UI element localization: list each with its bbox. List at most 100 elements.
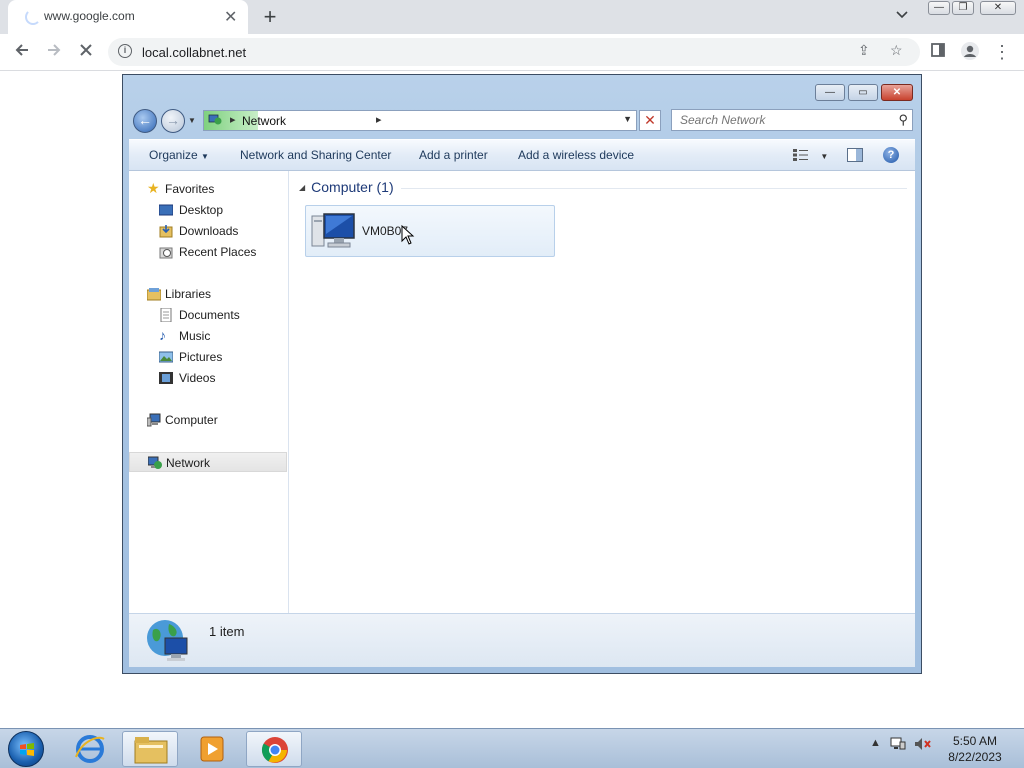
media-player-icon: [200, 736, 224, 762]
breadcrumb-arrow-icon[interactable]: ▸: [376, 113, 382, 126]
pictures-icon: [159, 351, 173, 363]
nav-pictures-label: Pictures: [179, 350, 223, 364]
bookmark-star-icon[interactable]: ☆: [890, 42, 903, 59]
back-arrow-icon[interactable]: [10, 41, 34, 63]
volume-muted-icon[interactable]: [914, 737, 932, 754]
address-bar[interactable]: i local.collabnet.net ⇪ ☆: [108, 38, 920, 66]
view-options-icon: [793, 149, 808, 161]
host-close-button[interactable]: ✕: [980, 1, 1016, 15]
taskbar-media-player[interactable]: [184, 731, 240, 767]
nav-pictures[interactable]: Pictures: [129, 347, 287, 367]
taskbar-internet-explorer[interactable]: [62, 731, 118, 767]
site-info-icon[interactable]: i: [118, 44, 132, 58]
search-field[interactable]: ⚲: [671, 109, 913, 131]
nav-computer[interactable]: Computer: [129, 410, 287, 430]
organize-button[interactable]: Organize ▼: [149, 148, 209, 162]
network-icon: [148, 456, 162, 469]
search-icon[interactable]: ⚲: [898, 112, 908, 128]
preview-pane-icon[interactable]: [847, 148, 863, 162]
network-tray-icon[interactable]: [890, 737, 906, 754]
forward-button[interactable]: →: [161, 109, 185, 133]
address-dropdown-icon[interactable]: ▼: [623, 114, 632, 124]
windows-logo-icon: [20, 743, 34, 756]
start-button[interactable]: [8, 731, 44, 767]
search-input[interactable]: [672, 110, 882, 130]
videos-icon: [159, 372, 173, 384]
add-printer-button[interactable]: Add a printer: [419, 148, 488, 162]
taskbar-windows-explorer[interactable]: [122, 731, 178, 767]
help-icon[interactable]: ?: [883, 147, 899, 163]
documents-icon: [160, 308, 172, 322]
nav-libraries[interactable]: Libraries: [129, 284, 287, 304]
libraries-icon: [147, 288, 161, 301]
new-tab-button[interactable]: +: [259, 4, 281, 30]
group-header-label: Computer (1): [311, 179, 394, 195]
close-button[interactable]: ✕: [881, 84, 913, 101]
command-bar: Organize ▼ Network and Sharing Center Ad…: [129, 139, 915, 171]
navigation-pane: ★ Favorites Desktop Downloads Recent Pla…: [129, 171, 289, 613]
system-clock[interactable]: 5:50 AM 8/22/2023: [940, 733, 1010, 765]
add-wireless-device-button[interactable]: Add a wireless device: [518, 148, 634, 162]
breadcrumb-network[interactable]: Network: [242, 114, 286, 128]
clock-time: 5:50 AM: [952, 734, 998, 748]
nav-music-label: Music: [179, 329, 211, 343]
browser-tab[interactable]: www.google.com ✕: [8, 0, 248, 34]
nav-desktop[interactable]: Desktop: [129, 200, 287, 220]
stop-navigation-icon[interactable]: ✕: [639, 110, 661, 131]
recent-places-icon: [159, 247, 173, 259]
nav-recent-places-label: Recent Places: [179, 245, 257, 259]
minimize-button[interactable]: —: [815, 84, 845, 101]
change-view-button[interactable]: ▼: [793, 148, 828, 162]
nav-music[interactable]: ♪ Music: [129, 326, 287, 346]
nav-videos-label: Videos: [179, 371, 216, 385]
nav-videos[interactable]: Videos: [129, 368, 287, 388]
chevron-down-icon: ▼: [201, 152, 209, 161]
nav-recent-places[interactable]: Recent Places: [129, 242, 287, 262]
forward-arrow-icon[interactable]: [42, 41, 66, 63]
host-restore-button[interactable]: ❐: [952, 1, 974, 15]
nav-downloads[interactable]: Downloads: [129, 221, 287, 241]
nav-documents-label: Documents: [179, 308, 240, 322]
nav-network[interactable]: Network: [129, 452, 287, 472]
network-globe-icon: [147, 620, 188, 661]
organize-label: Organize: [149, 148, 198, 162]
internet-explorer-icon: [75, 735, 105, 763]
loading-spinner-icon: [25, 9, 41, 25]
back-button[interactable]: ←: [133, 109, 157, 133]
network-sharing-center-button[interactable]: Network and Sharing Center: [240, 148, 391, 162]
group-divider: [401, 188, 907, 189]
stop-loading-icon[interactable]: [74, 41, 98, 63]
nav-favorites[interactable]: ★ Favorites: [129, 179, 287, 199]
chevron-down-icon: ▼: [820, 152, 829, 161]
profile-avatar-icon[interactable]: [958, 41, 982, 63]
network-computer-item[interactable]: VM0B07: [305, 205, 555, 257]
computer-icon: [311, 213, 355, 248]
tab-search-chevron-icon[interactable]: [896, 8, 908, 22]
file-list-pane: ◢ Computer (1) VM0B07: [289, 171, 915, 613]
downloads-icon: [159, 225, 173, 238]
taskbar: ▲ 5:50 AM 8/22/2023: [0, 728, 1024, 768]
maximize-button[interactable]: ▭: [848, 84, 878, 101]
recent-pages-dropdown-icon[interactable]: ▼: [188, 116, 196, 125]
browser-tab-strip: www.google.com ✕ + — ❐ ✕: [0, 0, 1024, 34]
side-panel-icon[interactable]: [926, 41, 950, 63]
collapse-triangle-icon[interactable]: ◢: [299, 183, 305, 192]
item-count: 1 item: [209, 624, 245, 639]
close-tab-icon[interactable]: ✕: [224, 7, 237, 27]
chrome-menu-icon[interactable]: ⋮: [990, 41, 1014, 63]
nav-downloads-label: Downloads: [179, 224, 239, 238]
group-header-computer[interactable]: ◢ Computer (1): [299, 179, 394, 195]
explorer-window: — ▭ ✕ ← → ▼ ▸ Network ▸ ▼ ✕ ⚲ Organize ▼…: [122, 74, 922, 674]
nav-desktop-label: Desktop: [179, 203, 224, 217]
computer-icon: [147, 413, 161, 427]
taskbar-chrome[interactable]: [246, 731, 302, 767]
explorer-address-bar[interactable]: ▸ Network ▸ ▼: [203, 110, 637, 131]
chrome-icon: [261, 737, 288, 763]
share-icon[interactable]: ⇪: [858, 42, 870, 59]
nav-documents[interactable]: Documents: [129, 305, 287, 325]
address-url: local.collabnet.net: [142, 45, 247, 60]
show-hidden-icons-icon[interactable]: ▲: [870, 737, 881, 749]
host-minimize-button[interactable]: —: [928, 1, 950, 15]
breadcrumb-arrow-icon[interactable]: ▸: [230, 113, 236, 126]
nav-computer-label: Computer: [165, 413, 218, 427]
